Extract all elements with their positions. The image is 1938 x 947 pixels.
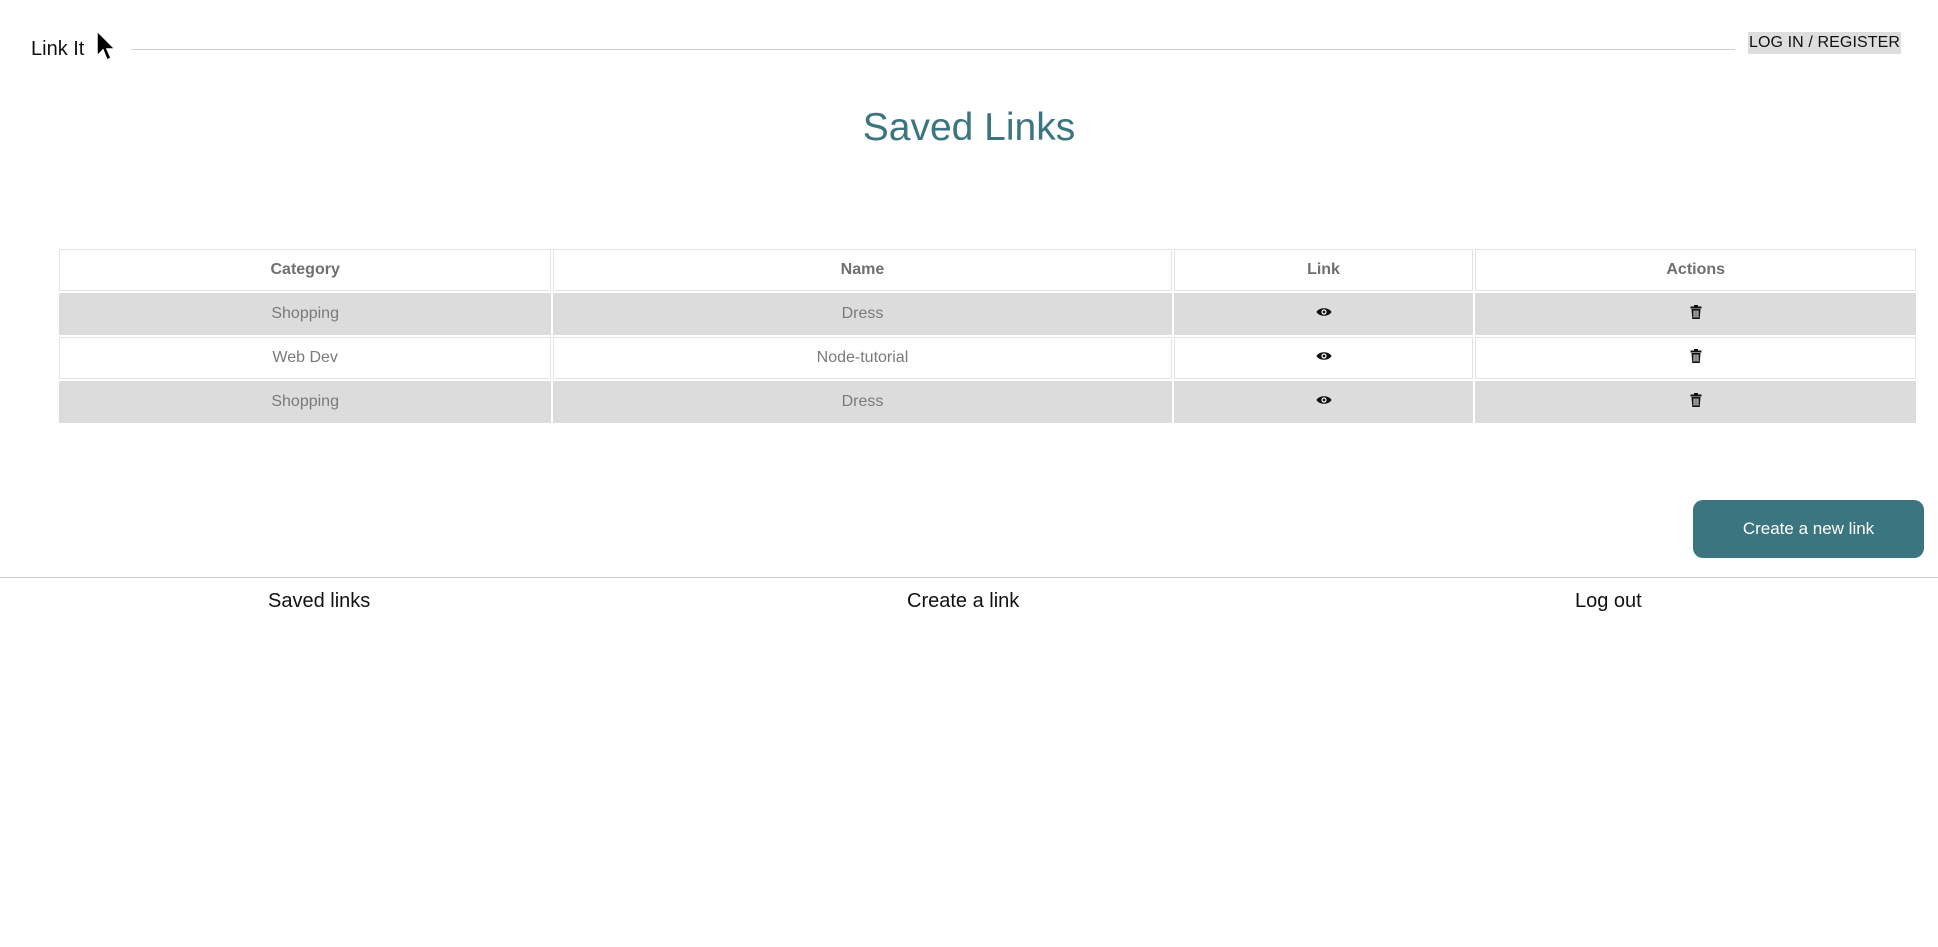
cell-category: Shopping bbox=[59, 381, 552, 423]
table-header-row: Category Name Link Actions bbox=[59, 249, 1916, 291]
column-header-category: Category bbox=[59, 249, 552, 291]
header-divider bbox=[131, 49, 1735, 50]
column-header-actions: Actions bbox=[1475, 249, 1916, 291]
login-register-link[interactable]: LOG IN / REGISTER bbox=[1748, 32, 1902, 54]
saved-links-table-container: Category Name Link Actions Shopping Dres… bbox=[57, 247, 1918, 425]
cell-link bbox=[1173, 337, 1474, 379]
cell-category: Web Dev bbox=[59, 337, 552, 379]
footer-divider bbox=[0, 577, 1938, 578]
eye-icon[interactable] bbox=[1316, 349, 1332, 367]
eye-icon[interactable] bbox=[1316, 305, 1332, 323]
cell-name: Node-tutorial bbox=[553, 337, 1172, 379]
footer-nav: Saved links Create a link Log out bbox=[0, 590, 1938, 620]
footer-link-saved-links[interactable]: Saved links bbox=[268, 590, 370, 613]
top-header: Link It LOG IN / REGISTER bbox=[0, 0, 1938, 90]
cell-category: Shopping bbox=[59, 293, 552, 335]
cell-link bbox=[1173, 293, 1474, 335]
cell-actions bbox=[1475, 293, 1916, 335]
trash-icon[interactable] bbox=[1690, 304, 1702, 324]
cell-name: Dress bbox=[553, 293, 1172, 335]
trash-icon[interactable] bbox=[1690, 392, 1702, 412]
cell-actions bbox=[1475, 337, 1916, 379]
brand-logo-text[interactable]: Link It bbox=[31, 38, 84, 61]
column-header-name: Name bbox=[553, 249, 1172, 291]
table-row: Web Dev Node-tutorial bbox=[59, 337, 1916, 379]
table-row: Shopping Dress bbox=[59, 293, 1916, 335]
table-row: Shopping Dress bbox=[59, 381, 1916, 423]
saved-links-table: Category Name Link Actions Shopping Dres… bbox=[57, 247, 1918, 425]
footer-link-create-link[interactable]: Create a link bbox=[907, 590, 1019, 613]
mouse-cursor-icon bbox=[96, 30, 117, 62]
cell-name: Dress bbox=[553, 381, 1172, 423]
footer-link-log-out[interactable]: Log out bbox=[1575, 590, 1642, 613]
trash-icon[interactable] bbox=[1690, 348, 1702, 368]
page-title: Saved Links bbox=[862, 106, 1076, 149]
cell-actions bbox=[1475, 381, 1916, 423]
column-header-link: Link bbox=[1173, 249, 1474, 291]
create-new-link-button[interactable]: Create a new link bbox=[1693, 500, 1924, 558]
cell-link bbox=[1173, 381, 1474, 423]
eye-icon[interactable] bbox=[1316, 393, 1332, 411]
